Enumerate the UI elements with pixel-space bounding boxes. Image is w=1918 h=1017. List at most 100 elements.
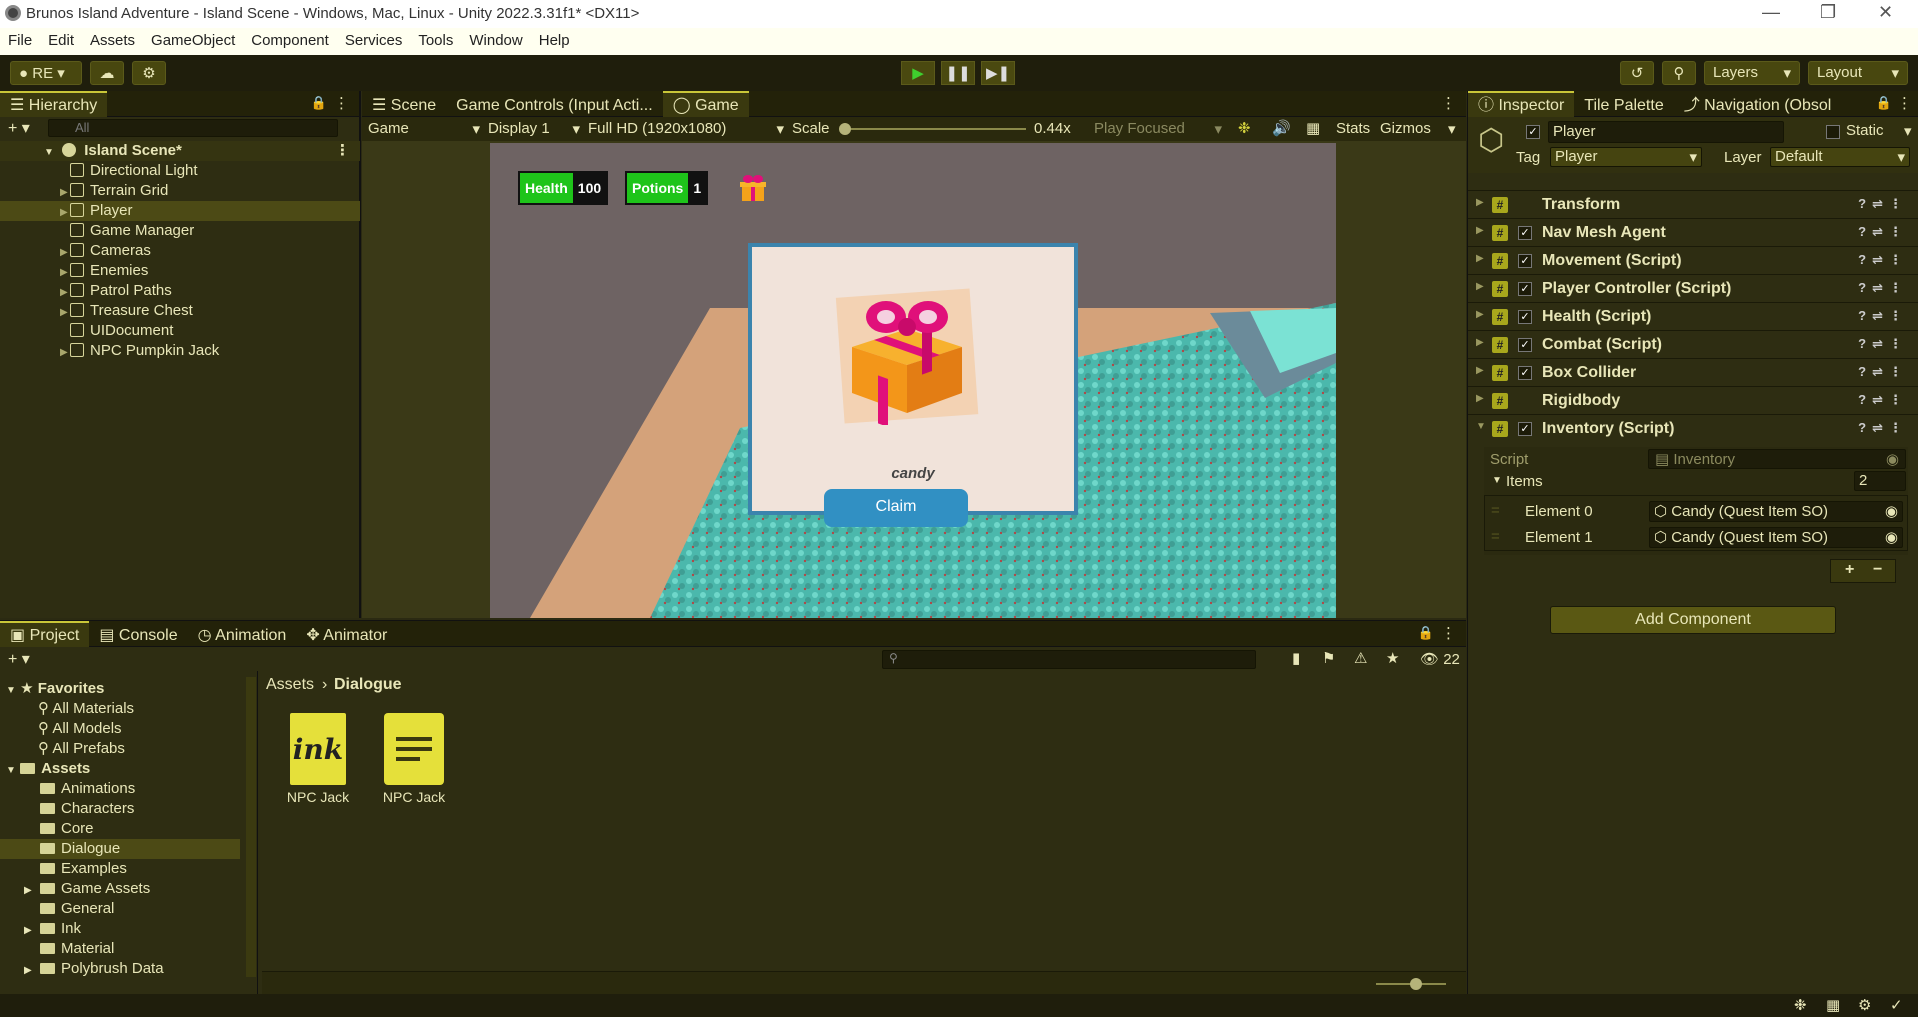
status-check-icon[interactable]: ✓ [1890,996,1903,1014]
expand-arrow-icon[interactable]: ▶ [60,303,70,323]
component-enabled-checkbox[interactable]: ✓ [1518,338,1532,352]
bug-icon[interactable]: ❉ [1238,119,1251,137]
list-add-button[interactable]: + [1845,561,1854,579]
hierarchy-item[interactable]: Directional Light [0,161,360,181]
asset-tile[interactable]: ink NPC Jack [280,713,352,805]
label-filter-icon[interactable]: ⚑ [1322,649,1335,667]
object-name-field[interactable]: Player [1548,121,1784,143]
kebab-icon[interactable]: ⋮ [334,94,349,112]
tab-scene[interactable]: ☰ Scene [362,93,446,119]
gizmos-dropdown-icon[interactable]: ▾ [1448,120,1456,138]
tab-inspector[interactable]: ⓘ Inspector [1468,91,1575,117]
hierarchy-item[interactable]: ▶ Cameras [0,241,360,261]
component-header[interactable]: ▶ # ✓ Movement (Script) ?⇌⋮ [1468,246,1918,274]
element-object-field[interactable]: ⬡ Candy (Quest Item SO) ◉ [1649,501,1903,522]
audio-icon[interactable]: 🔊 [1272,119,1291,137]
project-tree-scrollbar[interactable] [246,677,256,977]
component-header[interactable]: ▶ # ✓ Player Controller (Script) ?⇌⋮ [1468,274,1918,302]
add-component-button[interactable]: Add Component [1550,606,1836,634]
expand-arrow-icon[interactable]: ▶ [0,881,40,901]
star-icon[interactable]: ★ [1386,649,1399,667]
component-header[interactable]: ▶ # ✓ Box Collider ?⇌⋮ [1468,358,1918,386]
component-header[interactable]: ▶ # ✓ Combat (Script) ?⇌⋮ [1468,330,1918,358]
menu-assets[interactable]: Assets [82,28,143,53]
component-actions[interactable]: ?⇌⋮ [1858,392,1908,408]
search-icon[interactable]: ⚲ [1662,61,1696,85]
project-add-icon[interactable]: + ▾ [8,649,30,669]
expand-arrow-icon[interactable]: ▶ [1476,197,1484,208]
folder-item[interactable]: Dialogue [0,839,240,859]
list-remove-button[interactable]: − [1873,561,1882,579]
folder-item[interactable]: ▶ Ink [0,919,240,939]
component-actions[interactable]: ?⇌⋮ [1858,252,1908,268]
expand-arrow-icon[interactable]: ▼ [1476,421,1486,432]
menu-component[interactable]: Component [243,28,337,53]
inspector-menu-icon[interactable]: ⋮ [1897,94,1912,112]
favorite-item[interactable]: ⚲ All Prefabs [38,739,257,759]
stats-button[interactable]: Stats [1336,120,1370,137]
expand-arrow-icon[interactable]: ▶ [1476,253,1484,264]
folder-item[interactable]: ▶ Polybrush Data [0,959,240,979]
tag-dropdown[interactable]: Player ▾ [1550,147,1702,167]
tab-game-controls[interactable]: Game Controls (Input Acti... [446,93,663,119]
items-count-field[interactable]: 2 [1854,471,1906,491]
tab-project[interactable]: ▣ Project [0,621,90,647]
minimize-icon[interactable]: — [1762,2,1780,23]
hierarchy-search-input[interactable]: All [48,119,338,137]
favorites-header[interactable]: ▼ ★ Favorites [6,679,246,699]
list-item[interactable]: = Element 1 ⬡ Candy (Quest Item SO) ◉ [1485,526,1909,550]
component-actions[interactable]: ?⇌⋮ [1858,308,1908,324]
hierarchy-item[interactable]: ▶ Player [0,201,360,221]
static-checkbox[interactable] [1826,125,1840,139]
static-dropdown-icon[interactable]: ▾ [1904,122,1912,140]
play-button[interactable]: ▶ [901,61,935,85]
component-enabled-checkbox[interactable]: ✓ [1518,422,1532,436]
tab-navigation[interactable]: ⤴ Navigation (Obsol [1674,93,1842,119]
component-enabled-checkbox[interactable]: ✓ [1518,254,1532,268]
expand-arrow-icon[interactable]: ▼ [44,147,54,158]
scene-menu-icon[interactable]: ⋮ [335,141,350,161]
hierarchy-item[interactable]: ▶ NPC Pumpkin Jack [0,341,360,361]
element-object-field[interactable]: ⬡ Candy (Quest Item SO) ◉ [1649,527,1903,548]
tab-animation[interactable]: ◷ Animation [188,623,297,649]
expand-arrow-icon[interactable]: ▶ [60,263,70,283]
scene-row[interactable]: ▼ Island Scene* ⋮ [0,141,360,161]
menu-services[interactable]: Services [337,28,411,53]
component-enabled-checkbox[interactable]: ✓ [1518,226,1532,240]
folder-item[interactable]: Examples [0,859,240,879]
close-icon[interactable]: ✕ [1878,2,1893,23]
tab-game[interactable]: ◯ Game [662,91,749,117]
hierarchy-item[interactable]: UIDocument [0,321,360,341]
component-actions[interactable]: ?⇌⋮ [1858,224,1908,240]
cache-icon[interactable]: ▦ [1826,996,1840,1014]
hierarchy-item[interactable]: Game Manager [0,221,360,241]
active-checkbox[interactable]: ✓ [1526,125,1540,139]
component-header[interactable]: ▶ # Rigidbody ?⇌⋮ [1468,386,1918,414]
component-actions[interactable]: ?⇌⋮ [1858,280,1908,296]
folder-item[interactable]: Core [0,819,240,839]
component-actions[interactable]: ?⇌⋮ [1858,364,1908,380]
expand-arrow-icon[interactable]: ▶ [1476,365,1484,376]
component-header[interactable]: ▶ # ✓ Nav Mesh Agent ?⇌⋮ [1468,218,1918,246]
menu-file[interactable]: File [0,28,40,53]
folder-item[interactable]: Material [0,939,240,959]
tab-console[interactable]: ▤ Console [89,623,187,649]
menu-edit[interactable]: Edit [40,28,82,53]
step-button[interactable]: ▶❚ [981,61,1015,85]
folder-item[interactable]: Characters [0,799,240,819]
game-viewport[interactable]: Health 100 Potions 1 candy Claim [490,143,1336,618]
restore-icon[interactable]: ❐ [1820,2,1836,23]
component-actions[interactable]: ?⇌⋮ [1858,336,1908,352]
project-search-input[interactable]: ⚲ [882,650,1256,669]
view-dropdown[interactable]: Game ▾ [368,120,480,138]
component-enabled-checkbox[interactable]: ✓ [1518,310,1532,324]
expand-arrow-icon[interactable]: ▶ [0,961,40,981]
layers-dropdown[interactable]: Layers ▾ [1704,61,1800,85]
folder-item[interactable]: ▶ Game Assets [0,879,240,899]
grid-icon[interactable]: ▦ [1306,119,1320,137]
project-menu-icon[interactable]: ⋮ [1441,624,1456,642]
display-dropdown[interactable]: Display 1 ▾ [488,120,580,138]
component-actions[interactable]: ?⇌⋮ [1858,196,1908,212]
component-header[interactable]: ▶ # ✓ Health (Script) ?⇌⋮ [1468,302,1918,330]
lock-icon[interactable]: 🔒 [311,95,327,111]
